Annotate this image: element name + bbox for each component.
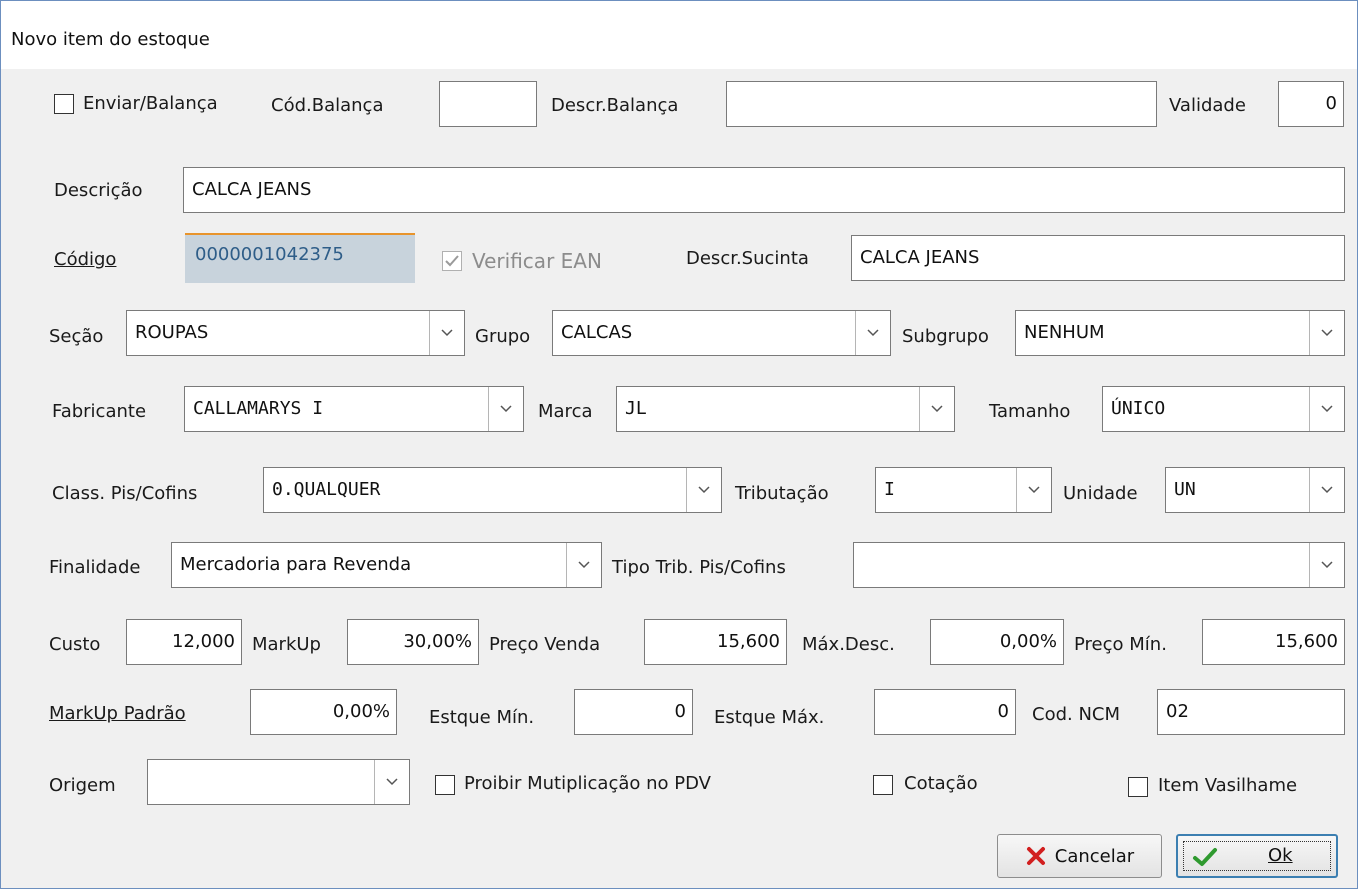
chevron-down-icon[interactable] bbox=[566, 543, 601, 587]
markup-label: MarkUp bbox=[252, 634, 321, 655]
ok-button-label: Ok bbox=[1268, 845, 1293, 866]
verificar-ean-checkbox[interactable] bbox=[442, 251, 462, 271]
tipo-trib-pis-cofins-label: Tipo Trib. Pis/Cofins bbox=[612, 557, 786, 578]
chevron-down-icon[interactable] bbox=[429, 311, 464, 355]
estoque-min-label: Estque Mín. bbox=[429, 707, 535, 728]
proibir-multiplicacao-label: Proibir Mutiplicação no PDV bbox=[464, 773, 711, 794]
descr-balanca-label: Descr.Balança bbox=[551, 95, 679, 116]
dialog-window: Novo item do estoque Enviar/Balança Cód.… bbox=[0, 0, 1358, 889]
cotacao-checkbox[interactable] bbox=[873, 775, 893, 795]
chevron-down-icon[interactable] bbox=[1309, 387, 1344, 431]
class-pis-cofins-value: 0.QUALQUER bbox=[272, 479, 381, 500]
chevron-down-icon[interactable] bbox=[855, 311, 890, 355]
finalidade-combo[interactable]: Mercadoria para Revenda bbox=[171, 542, 602, 588]
fabricante-combo[interactable]: CALLAMARYS I bbox=[184, 386, 524, 432]
title-bar: Novo item do estoque bbox=[1, 1, 1357, 69]
grupo-label: Grupo bbox=[475, 326, 531, 347]
custo-label: Custo bbox=[49, 634, 101, 655]
chevron-down-icon[interactable] bbox=[488, 387, 523, 431]
check-icon bbox=[1193, 848, 1217, 866]
tamanho-value: ÚNICO bbox=[1111, 398, 1166, 419]
window-title: Novo item do estoque bbox=[11, 29, 210, 50]
chevron-down-icon[interactable] bbox=[919, 387, 954, 431]
enviar-balanca-checkbox[interactable] bbox=[54, 94, 74, 114]
chevron-down-icon[interactable] bbox=[1016, 468, 1051, 512]
chevron-down-icon[interactable] bbox=[686, 468, 721, 512]
cancel-button-label: Cancelar bbox=[1054, 845, 1135, 867]
proibir-multiplicacao-checkbox[interactable] bbox=[435, 775, 455, 795]
descr-balanca-field[interactable] bbox=[726, 81, 1157, 127]
secao-label: Seção bbox=[49, 326, 104, 347]
item-vasilhame-checkbox[interactable] bbox=[1128, 777, 1148, 797]
chevron-down-icon[interactable] bbox=[374, 760, 409, 804]
tamanho-combo[interactable]: ÚNICO bbox=[1102, 386, 1345, 432]
validade-field[interactable]: 0 bbox=[1278, 81, 1344, 127]
subgrupo-combo[interactable]: NENHUM bbox=[1015, 310, 1345, 356]
descr-sucinta-field[interactable]: CALCA JEANS bbox=[851, 235, 1345, 281]
class-pis-cofins-label: Class. Pis/Cofins bbox=[52, 483, 198, 504]
preco-venda-field[interactable]: 15,600 bbox=[644, 619, 787, 665]
origem-label: Origem bbox=[49, 775, 116, 796]
cod-ncm-field[interactable]: 02 bbox=[1157, 689, 1345, 735]
tributacao-combo[interactable]: I bbox=[875, 467, 1052, 513]
verificar-ean-label: Verificar EAN bbox=[472, 249, 602, 273]
grupo-value: CALCAS bbox=[561, 322, 633, 343]
descr-sucinta-label: Descr.Sucinta bbox=[686, 248, 809, 269]
ok-button[interactable]: Ok bbox=[1176, 834, 1338, 878]
class-pis-cofins-combo[interactable]: 0.QUALQUER bbox=[263, 467, 722, 513]
marca-value: JL bbox=[625, 398, 647, 419]
descricao-field[interactable]: CALCA JEANS bbox=[183, 167, 1345, 213]
fabricante-value: CALLAMARYS I bbox=[193, 398, 324, 419]
finalidade-value: Mercadoria para Revenda bbox=[180, 554, 412, 575]
markup-field[interactable]: 30,00% bbox=[347, 619, 479, 665]
chevron-down-icon[interactable] bbox=[1309, 468, 1344, 512]
close-icon bbox=[1026, 847, 1045, 865]
cotacao-label: Cotação bbox=[904, 773, 978, 794]
item-vasilhame-label: Item Vasilhame bbox=[1158, 775, 1298, 796]
finalidade-label: Finalidade bbox=[49, 557, 141, 578]
cod-balanca-label: Cód.Balança bbox=[271, 95, 384, 116]
chevron-down-icon[interactable] bbox=[1309, 311, 1344, 355]
cancel-button[interactable]: Cancelar bbox=[997, 834, 1162, 878]
markup-padrao-link[interactable]: MarkUp Padrão bbox=[49, 702, 186, 726]
tamanho-label: Tamanho bbox=[989, 401, 1071, 422]
marca-label: Marca bbox=[538, 401, 593, 422]
secao-combo[interactable]: ROUPAS bbox=[126, 310, 465, 356]
validade-label: Validade bbox=[1169, 95, 1246, 116]
unidade-label: Unidade bbox=[1063, 483, 1138, 504]
tributacao-label: Tributação bbox=[735, 483, 829, 504]
marca-combo[interactable]: JL bbox=[616, 386, 955, 432]
unidade-value: UN bbox=[1174, 479, 1196, 500]
markup-padrao-field[interactable]: 0,00% bbox=[250, 689, 397, 735]
estoque-min-field[interactable]: 0 bbox=[574, 689, 693, 735]
dialog-content: Enviar/Balança Cód.Balança Descr.Balança… bbox=[1, 69, 1357, 888]
cod-ncm-label: Cod. NCM bbox=[1032, 704, 1121, 725]
custo-field[interactable]: 12,000 bbox=[126, 619, 242, 665]
preco-venda-label: Preço Venda bbox=[489, 634, 601, 655]
origem-combo[interactable] bbox=[147, 759, 410, 805]
codigo-link[interactable]: Código bbox=[54, 248, 116, 272]
max-desc-label: Máx.Desc. bbox=[802, 634, 895, 655]
chevron-down-icon[interactable] bbox=[1309, 543, 1344, 587]
estoque-max-field[interactable]: 0 bbox=[874, 689, 1016, 735]
estoque-max-label: Estque Máx. bbox=[714, 707, 825, 728]
enviar-balanca-label: Enviar/Balança bbox=[83, 93, 218, 114]
subgrupo-value: NENHUM bbox=[1024, 322, 1105, 343]
max-desc-field[interactable]: 0,00% bbox=[930, 619, 1064, 665]
cod-balanca-field[interactable] bbox=[439, 81, 537, 127]
secao-value: ROUPAS bbox=[135, 322, 209, 343]
subgrupo-label: Subgrupo bbox=[902, 326, 989, 347]
check-icon bbox=[445, 255, 459, 267]
unidade-combo[interactable]: UN bbox=[1165, 467, 1345, 513]
preco-min-label: Preço Mín. bbox=[1074, 634, 1167, 655]
tributacao-value: I bbox=[884, 479, 895, 500]
descricao-label: Descrição bbox=[54, 180, 143, 201]
codigo-field[interactable]: 0000001042375 bbox=[185, 233, 415, 283]
fabricante-label: Fabricante bbox=[52, 401, 147, 422]
preco-min-field[interactable]: 15,600 bbox=[1202, 619, 1345, 665]
tipo-trib-pis-cofins-combo[interactable] bbox=[853, 542, 1345, 588]
grupo-combo[interactable]: CALCAS bbox=[552, 310, 891, 356]
